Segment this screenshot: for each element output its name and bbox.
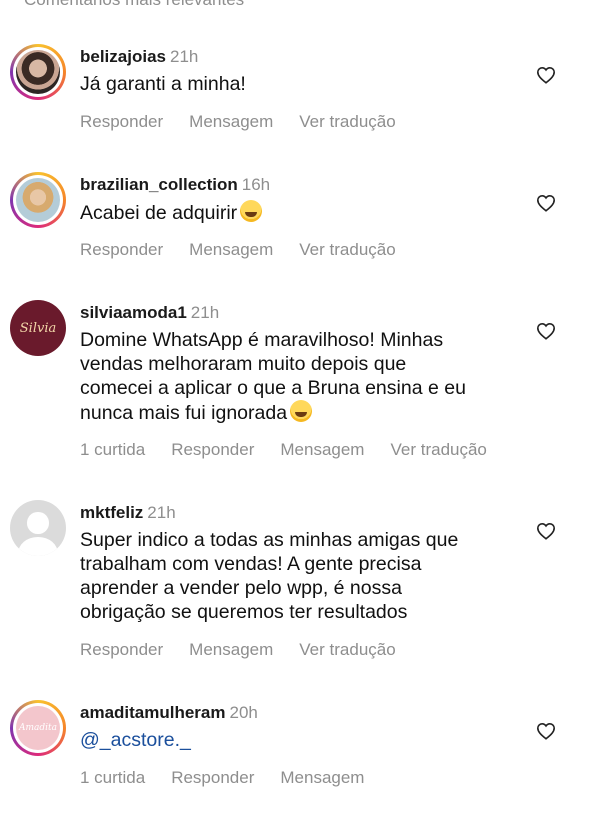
user-photo	[16, 50, 60, 94]
see-translation-button[interactable]: Ver tradução	[299, 112, 395, 132]
comment-text-line: trabalham com vendas! A gente precisa	[80, 553, 422, 575]
comment-text: Acabei de adquirir	[80, 200, 500, 225]
avatar[interactable]: Amadita	[10, 700, 66, 756]
comment-text-line: Domine WhatsApp é maravilhoso! Minhas	[80, 329, 444, 351]
default-avatar-icon	[10, 500, 66, 556]
reply-button[interactable]: Responder	[80, 240, 163, 260]
reply-button[interactable]: Responder	[80, 640, 163, 660]
username[interactable]: belizajoias	[80, 47, 166, 66]
likes-count[interactable]: 1 curtida	[80, 440, 145, 460]
comment-text-line: nunca mais fui ignorada	[80, 402, 288, 424]
avatar[interactable]	[10, 172, 66, 228]
comment-text: Já garanti a minha!	[80, 73, 246, 95]
username[interactable]: mktfeliz	[80, 503, 143, 522]
timestamp: 21h	[147, 503, 176, 522]
comment-text-line: obrigação se queremos ter resultados	[80, 601, 408, 623]
message-button[interactable]: Mensagem	[189, 640, 273, 660]
comment-text-line: Super indico a todas as minhas amigas qu…	[80, 529, 459, 551]
avatar[interactable]	[10, 44, 66, 100]
avatar[interactable]	[10, 500, 66, 556]
timestamp: 21h	[169, 47, 199, 66]
comment-text: Super indico a todas as minhas amigas qu…	[80, 528, 500, 624]
avatar[interactable]: Silvia	[10, 300, 66, 356]
heart-outline-icon[interactable]	[536, 522, 556, 540]
likes-count[interactable]: 1 curtida	[80, 768, 145, 788]
see-translation-button[interactable]: Ver tradução	[390, 440, 486, 460]
comment-text-line: aprender a vender pelo wpp, é nossa	[80, 577, 402, 599]
username[interactable]: silviaamoda1	[80, 303, 187, 322]
reply-button[interactable]: Responder	[171, 440, 254, 460]
heart-outline-icon[interactable]	[536, 322, 556, 340]
comment-text-line: comecei a aplicar o que a Bruna ensina e…	[80, 377, 466, 399]
message-button[interactable]: Mensagem	[189, 240, 273, 260]
see-translation-button[interactable]: Ver tradução	[299, 240, 395, 260]
message-button[interactable]: Mensagem	[189, 112, 273, 132]
avatar-logo-text: Silvia	[19, 320, 57, 336]
section-label: Comentários mais relevantes	[24, 0, 244, 10]
mention-link[interactable]: @_acstore._	[80, 728, 500, 752]
username[interactable]: amaditamulheram	[80, 703, 226, 722]
reply-button[interactable]: Responder	[80, 112, 163, 132]
comment-text-content: Acabei de adquirir	[80, 202, 238, 224]
see-translation-button[interactable]: Ver tradução	[299, 640, 395, 660]
reply-button[interactable]: Responder	[171, 768, 254, 788]
username[interactable]: brazilian_collection	[80, 175, 238, 194]
user-photo: Amadita	[16, 706, 60, 750]
heart-outline-icon[interactable]	[536, 194, 556, 212]
timestamp: 16h	[241, 175, 271, 194]
message-button[interactable]: Mensagem	[280, 440, 364, 460]
comment-text-line: vendas melhoraram muito depois que	[80, 353, 407, 375]
star-struck-emoji-icon	[240, 200, 263, 222]
timestamp: 21h	[190, 303, 220, 322]
avatar-logo-text: Amadita	[18, 723, 58, 733]
user-photo	[16, 178, 60, 222]
message-button[interactable]: Mensagem	[280, 768, 364, 788]
tears-of-joy-emoji-icon	[290, 400, 313, 422]
timestamp: 20h	[229, 703, 258, 722]
comment-text: Domine WhatsApp é maravilhoso! Minhas ve…	[80, 328, 500, 425]
heart-outline-icon[interactable]	[536, 722, 556, 740]
heart-outline-icon[interactable]	[536, 66, 556, 84]
user-photo: Silvia	[10, 300, 66, 356]
